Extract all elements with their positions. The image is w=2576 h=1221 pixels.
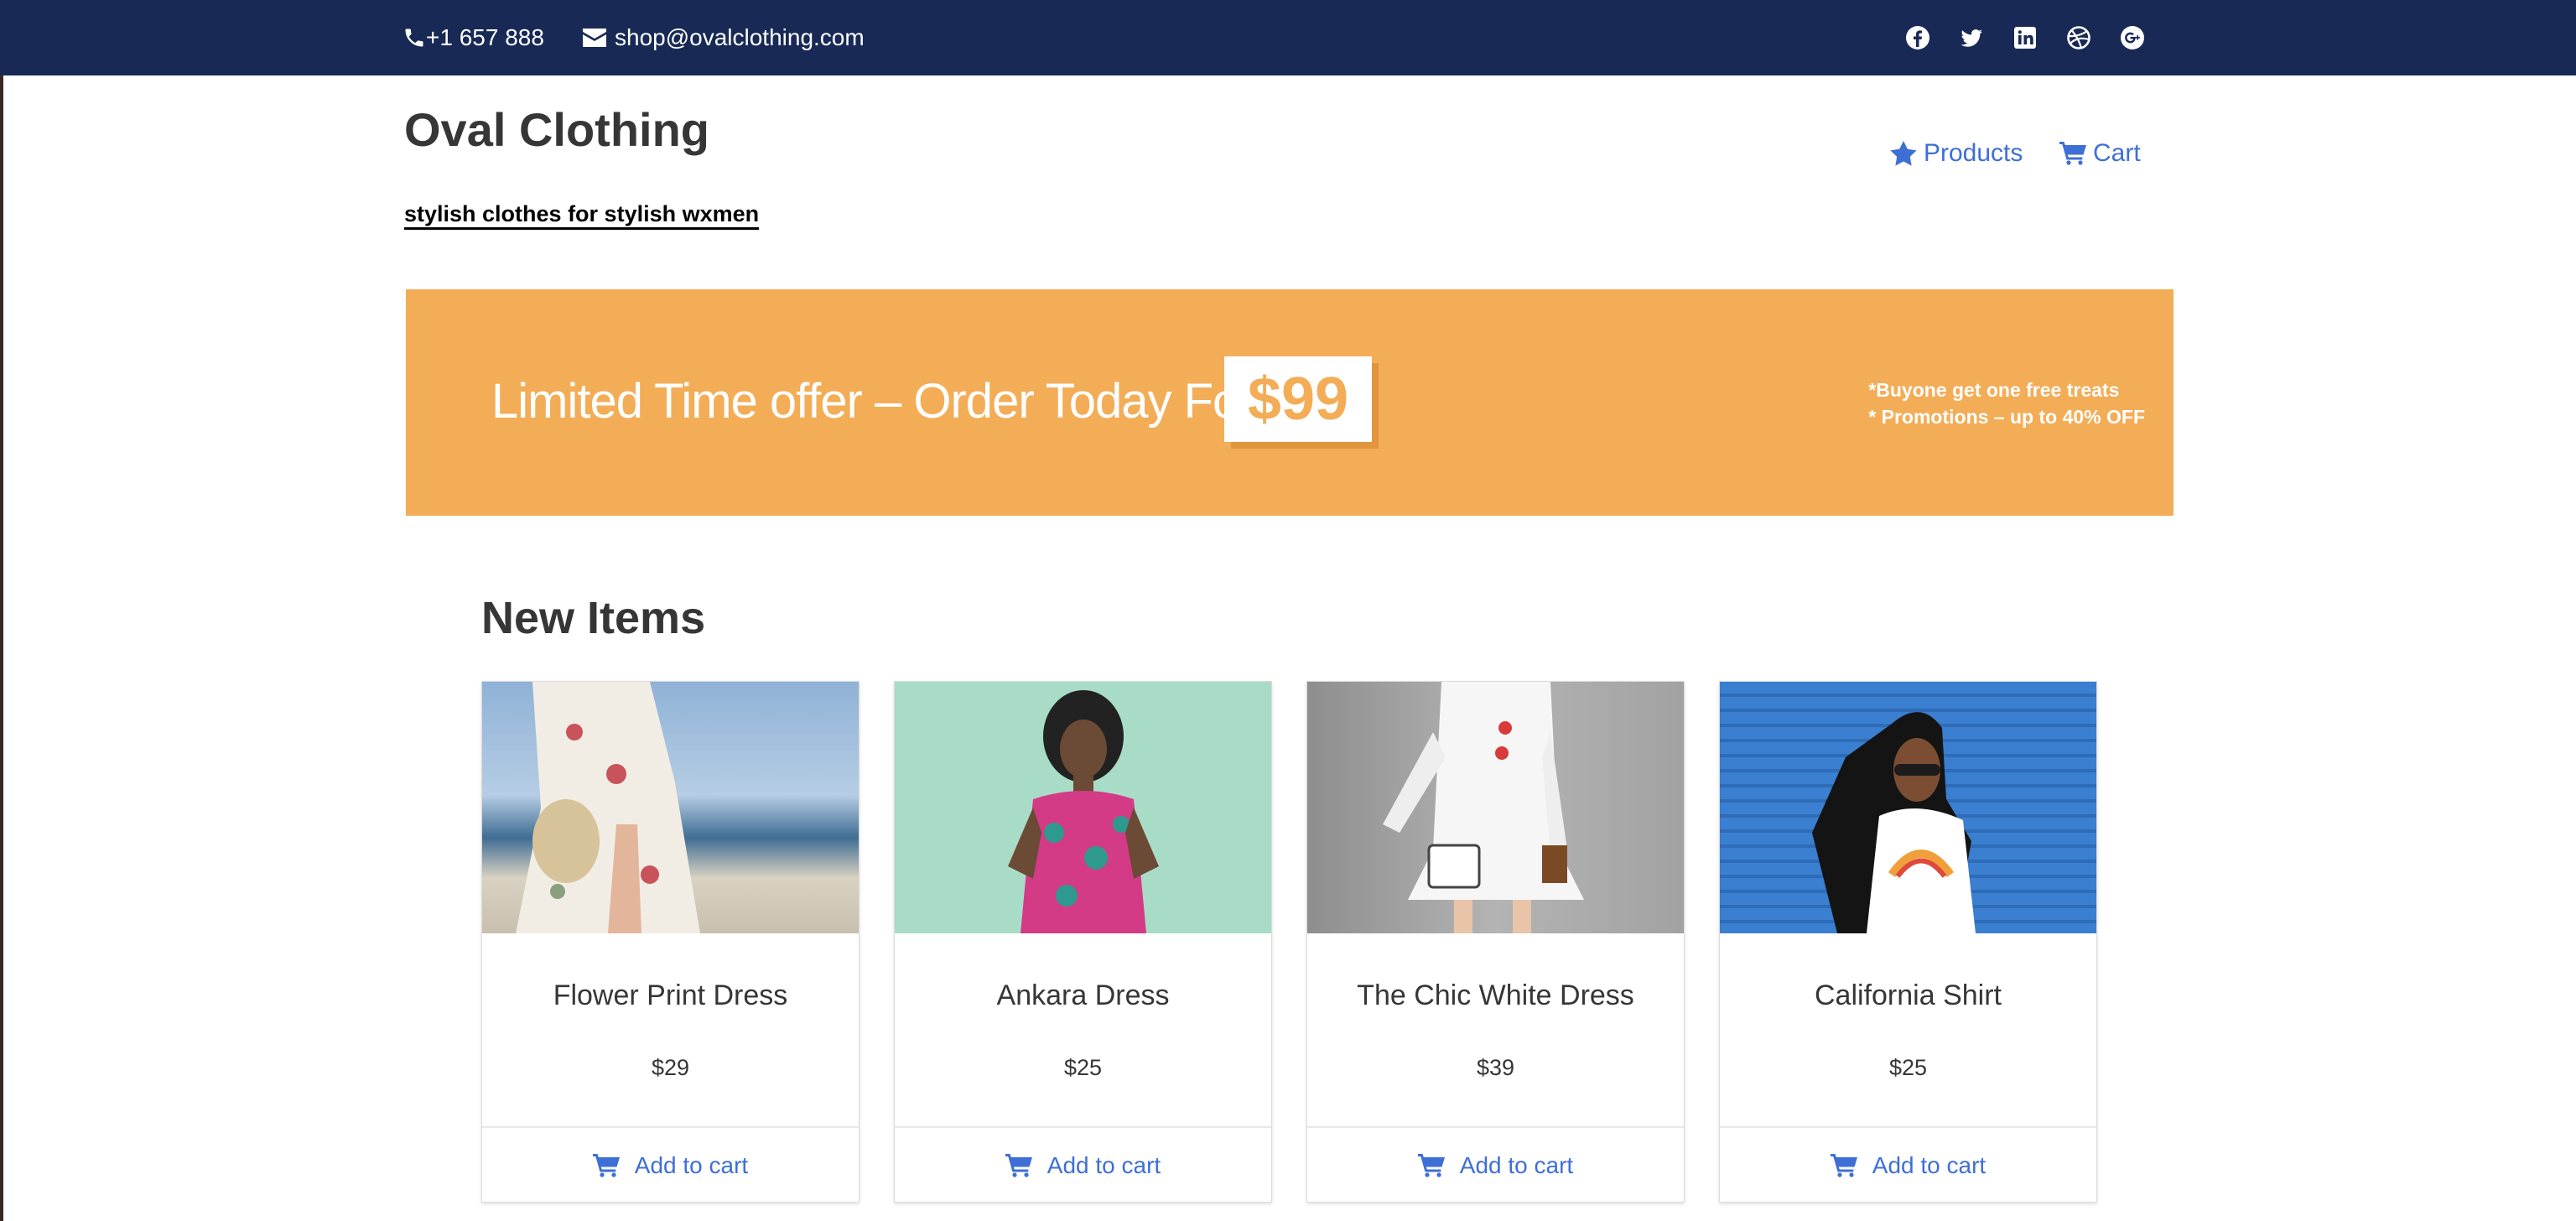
product-card[interactable]: California Shirt $25 Add to cart: [1719, 681, 2097, 1203]
star-icon: [1890, 141, 1924, 166]
product-price: $29: [651, 1055, 690, 1080]
promo-line-1: *Buyone get one free treats: [1868, 379, 2120, 401]
add-to-cart-label: Add to cart: [1459, 1152, 1574, 1178]
envelope-icon: [583, 28, 615, 48]
cart-icon: [592, 1154, 635, 1177]
linkedin-icon[interactable]: [2012, 25, 2038, 50]
product-card[interactable]: The Chic White Dress $39 Add to cart: [1306, 681, 1685, 1203]
cart-icon: [1005, 1154, 1047, 1177]
add-to-cart-button[interactable]: Add to cart: [1720, 1126, 2096, 1203]
product-name[interactable]: Ankara Dress: [895, 979, 1271, 1012]
window-edge: [0, 75, 3, 1221]
google-plus-icon[interactable]: [2120, 25, 2145, 50]
add-to-cart-button[interactable]: Add to cart: [1307, 1126, 1684, 1203]
phone-contact[interactable]: +1 657 888: [402, 0, 544, 75]
add-to-cart-label: Add to cart: [1872, 1152, 1987, 1178]
banner-price-tag: $99: [1224, 356, 1372, 442]
nav-cart-label: Cart: [2093, 139, 2141, 167]
product-image[interactable]: [1720, 682, 2096, 933]
banner-headline: Limited Time offer – Order Today For: [491, 374, 1255, 429]
phone-number: +1 657 888: [426, 24, 544, 50]
promo-line-2: * Promotions – up to 40% OFF: [1868, 406, 2145, 428]
product-price: $25: [1888, 1055, 1928, 1080]
email-address: shop@ovalclothing.com: [615, 24, 865, 50]
site-title[interactable]: Oval Clothing: [404, 102, 709, 157]
social-links: [1905, 0, 2145, 75]
promo-banner[interactable]: Limited Time offer – Order Today For $99…: [406, 289, 2174, 516]
product-card[interactable]: Flower Print Dress $29 Add to cart: [481, 681, 860, 1203]
product-price: $39: [1476, 1055, 1515, 1080]
add-to-cart-label: Add to cart: [634, 1152, 749, 1178]
cart-icon: [1830, 1154, 1872, 1177]
product-card[interactable]: Ankara Dress $25 Add to cart: [894, 681, 1272, 1203]
email-contact[interactable]: shop@ovalclothing.com: [583, 0, 865, 75]
product-image[interactable]: [1307, 682, 1684, 933]
top-contact-bar: +1 657 888 shop@ovalclothing.com: [0, 0, 2576, 75]
site-tagline[interactable]: stylish clothes for stylish wxmen: [404, 201, 759, 227]
facebook-icon[interactable]: [1905, 25, 1930, 50]
cart-icon: [1417, 1154, 1460, 1177]
add-to-cart-button[interactable]: Add to cart: [482, 1126, 859, 1203]
product-price: $25: [1063, 1055, 1103, 1080]
banner-promo-notes: *Buyone get one free treats * Promotions…: [1868, 377, 2145, 430]
new-items-heading: New Items: [481, 593, 706, 643]
dribbble-icon[interactable]: [2066, 25, 2091, 50]
phone-icon: [402, 26, 426, 49]
product-image[interactable]: [895, 682, 1271, 933]
nav-products-link[interactable]: Products: [1890, 139, 2023, 168]
product-name[interactable]: The Chic White Dress: [1307, 979, 1684, 1012]
twitter-icon[interactable]: [1959, 25, 1984, 50]
add-to-cart-button[interactable]: Add to cart: [895, 1126, 1271, 1203]
nav-products-label: Products: [1924, 139, 2023, 167]
nav-cart-link[interactable]: Cart: [2059, 139, 2141, 168]
banner-price: $99: [1247, 366, 1349, 433]
product-image[interactable]: [482, 682, 859, 933]
product-name[interactable]: Flower Print Dress: [482, 979, 859, 1012]
add-to-cart-label: Add to cart: [1046, 1152, 1161, 1178]
product-name[interactable]: California Shirt: [1720, 979, 2096, 1012]
cart-icon: [2059, 142, 2093, 165]
